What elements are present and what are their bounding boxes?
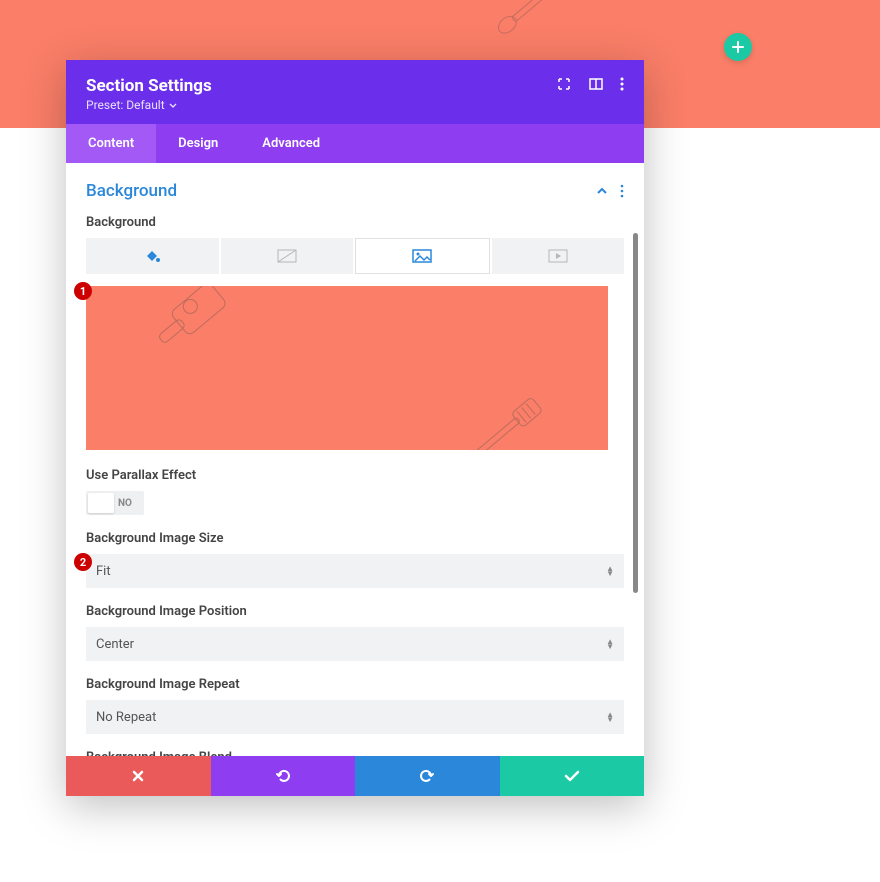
bg-position-value: Center bbox=[96, 637, 134, 652]
select-arrows-icon: ▲▼ bbox=[606, 712, 614, 722]
bg-repeat-select[interactable]: No Repeat ▲▼ bbox=[86, 700, 624, 734]
tab-advanced[interactable]: Advanced bbox=[240, 124, 342, 163]
bg-repeat-label: Background Image Repeat bbox=[86, 677, 624, 692]
tab-design[interactable]: Design bbox=[156, 124, 240, 163]
video-icon bbox=[548, 249, 568, 263]
utensil-board-icon bbox=[140, 286, 241, 363]
bg-size-label: Background Image Size bbox=[86, 531, 624, 546]
bg-position-select[interactable]: Center ▲▼ bbox=[86, 627, 624, 661]
caret-down-icon bbox=[169, 103, 177, 108]
parallax-label: Use Parallax Effect bbox=[86, 468, 624, 483]
dialog-footer bbox=[66, 756, 644, 796]
bg-blend-label: Background Image Blend bbox=[86, 750, 624, 756]
background-label: Background bbox=[86, 215, 624, 230]
select-arrows-icon: ▲▼ bbox=[606, 566, 614, 576]
callout-badge-2: 2 bbox=[74, 553, 92, 571]
toggle-knob bbox=[88, 493, 114, 513]
redo-button[interactable] bbox=[355, 756, 500, 796]
close-icon bbox=[131, 769, 145, 783]
parallax-toggle[interactable]: NO bbox=[86, 491, 144, 515]
toggle-text: NO bbox=[118, 498, 132, 509]
settings-panel: Background Background 1 Use Parallax Eff… bbox=[66, 163, 644, 756]
scrollbar[interactable] bbox=[633, 233, 638, 593]
section-settings-dialog: Section Settings Preset: Default Content… bbox=[66, 60, 644, 796]
undo-button[interactable] bbox=[211, 756, 356, 796]
callout-badge-1: 1 bbox=[74, 282, 92, 300]
dialog-header: Section Settings Preset: Default bbox=[66, 60, 644, 124]
bg-size-select[interactable]: Fit ▲▼ bbox=[86, 554, 624, 588]
bg-tab-color[interactable] bbox=[86, 238, 219, 274]
undo-icon bbox=[275, 768, 291, 784]
settings-tabs: Content Design Advanced bbox=[66, 124, 644, 163]
background-type-tabs bbox=[86, 238, 624, 274]
select-arrows-icon: ▲▼ bbox=[606, 639, 614, 649]
bg-tab-image[interactable] bbox=[355, 238, 490, 274]
preset-dropdown[interactable]: Preset: Default bbox=[86, 98, 212, 112]
add-section-button[interactable] bbox=[724, 33, 752, 61]
background-image-preview[interactable] bbox=[86, 286, 608, 450]
bg-tab-gradient[interactable] bbox=[221, 238, 354, 274]
bg-position-label: Background Image Position bbox=[86, 604, 624, 619]
bg-repeat-value: No Repeat bbox=[96, 710, 156, 725]
tab-content[interactable]: Content bbox=[66, 124, 156, 163]
more-menu-icon[interactable] bbox=[620, 76, 624, 92]
cancel-button[interactable] bbox=[66, 756, 211, 796]
expand-icon[interactable] bbox=[556, 76, 572, 92]
columns-icon[interactable] bbox=[588, 76, 604, 92]
bg-tab-video[interactable] bbox=[492, 238, 625, 274]
utensil-decoration-icon bbox=[485, 0, 564, 48]
check-icon bbox=[564, 770, 580, 782]
section-background-title[interactable]: Background bbox=[86, 181, 177, 201]
redo-icon bbox=[419, 768, 435, 784]
section-more-icon[interactable] bbox=[620, 184, 624, 198]
paint-bucket-icon bbox=[143, 247, 161, 265]
plus-icon bbox=[732, 41, 744, 53]
collapse-section-icon[interactable] bbox=[596, 187, 608, 195]
gradient-icon bbox=[277, 249, 297, 263]
image-icon bbox=[412, 249, 432, 263]
save-button[interactable] bbox=[500, 756, 645, 796]
dialog-title: Section Settings bbox=[86, 76, 212, 96]
bg-size-value: Fit bbox=[96, 564, 111, 579]
preset-label: Preset: Default bbox=[86, 98, 165, 112]
utensil-spatula-icon bbox=[463, 389, 551, 450]
